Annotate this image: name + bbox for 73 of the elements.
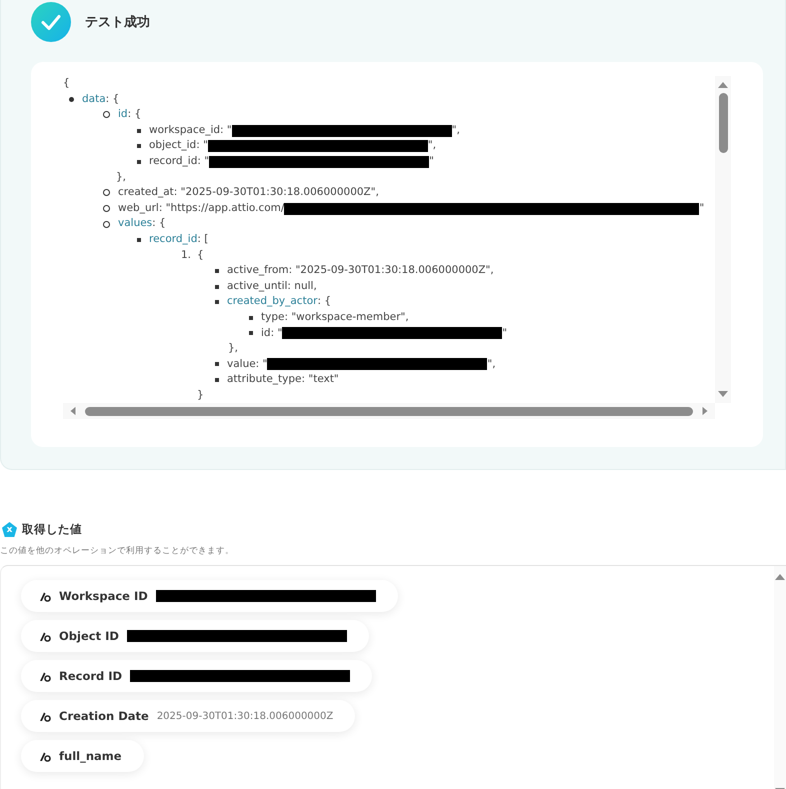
value-chip[interactable]: Record ID — [21, 660, 372, 692]
section-badge: x — [2, 522, 17, 537]
json-text: " — [699, 200, 704, 216]
json-text: value: " — [227, 356, 268, 372]
json-key: created_by_actor — [227, 294, 318, 310]
bullet-icon — [215, 284, 219, 289]
scroll-thumb[interactable] — [718, 93, 728, 153]
bullet-icon — [103, 205, 110, 212]
app-logo-icon — [39, 750, 51, 762]
bullet-icon — [103, 189, 110, 196]
json-text: }, — [228, 341, 238, 356]
horizontal-scrollbar[interactable] — [63, 403, 715, 419]
vertical-scrollbar[interactable] — [774, 566, 786, 789]
json-text: : [ — [197, 232, 208, 247]
json-text: " — [429, 154, 434, 169]
chip-value: 2025-09-30T01:30:18.006000000Z — [156, 710, 334, 722]
bullet-icon — [215, 300, 219, 304]
app-logo-icon — [39, 670, 51, 682]
bullet-icon — [215, 378, 219, 382]
json-text: web_url: "https://app.attio.com/ — [118, 200, 284, 216]
json-text: ", — [487, 356, 496, 372]
json-text: : { — [106, 92, 120, 107]
result-title: テスト成功 — [85, 14, 150, 31]
bullet-icon — [215, 268, 219, 273]
json-key: id — [118, 107, 128, 123]
value-chip[interactable]: full_name — [21, 740, 144, 772]
scroll-down-icon[interactable] — [717, 389, 729, 399]
app-logo-icon — [39, 590, 51, 602]
json-text: { — [63, 76, 70, 91]
bullet-icon — [103, 111, 110, 118]
json-text: workspace_id: " — [149, 122, 232, 138]
json-text: active_from: "2025-09-30T01:30:18.006000000Z", — [227, 263, 494, 278]
json-text: record_id: " — [149, 154, 210, 169]
value-chip[interactable]: Creation Date 2025-09-30T01:30:18.006000000Z — [21, 700, 356, 732]
json-text: " — [502, 326, 508, 340]
bullet-icon — [137, 128, 141, 133]
vertical-scrollbar[interactable] — [715, 76, 731, 403]
scroll-up-icon[interactable] — [717, 80, 729, 90]
section-title: 取得した値 — [22, 522, 82, 537]
app-logo-icon — [39, 710, 51, 722]
scroll-up-icon[interactable] — [774, 572, 786, 582]
json-text: object_id: " — [149, 138, 208, 154]
json-text: active_until: null, — [227, 278, 317, 294]
json-text: type: "workspace-member", — [261, 310, 409, 325]
json-key: values — [118, 216, 152, 232]
json-text: } — [197, 388, 204, 403]
section-subtitle: この値を他のオペレーションで利用することができます。 — [0, 545, 235, 557]
bullet-icon — [137, 238, 141, 242]
bullet-icon — [69, 96, 74, 102]
list-number: 1. — [181, 248, 192, 263]
bullet-icon — [215, 362, 219, 366]
bullet-icon — [137, 144, 141, 148]
json-text: : { — [128, 107, 142, 122]
json-text: : { — [152, 216, 166, 232]
value-chip[interactable]: Workspace ID — [21, 580, 398, 612]
bullet-icon — [103, 220, 110, 228]
json-key: data — [82, 92, 106, 108]
json-text: ", — [428, 138, 436, 154]
bullet-icon — [249, 316, 253, 320]
json-key: record_id — [149, 232, 198, 248]
success-check-icon — [31, 2, 71, 42]
bullet-icon — [137, 160, 141, 164]
json-text: attribute_type: "text" — [227, 372, 339, 388]
scroll-thumb[interactable] — [85, 406, 693, 416]
value-chip[interactable]: Object ID — [21, 620, 369, 652]
json-text: id: " — [261, 326, 282, 340]
json-text: }, — [116, 170, 126, 185]
json-text: { — [197, 248, 204, 263]
json-text: ", — [452, 122, 460, 138]
json-text: : { — [317, 294, 332, 310]
bullet-icon — [249, 331, 253, 336]
json-text: created_at: "2025-09-30T01:30:18.006000000Z", — [118, 185, 379, 200]
app-logo-icon — [39, 630, 51, 642]
